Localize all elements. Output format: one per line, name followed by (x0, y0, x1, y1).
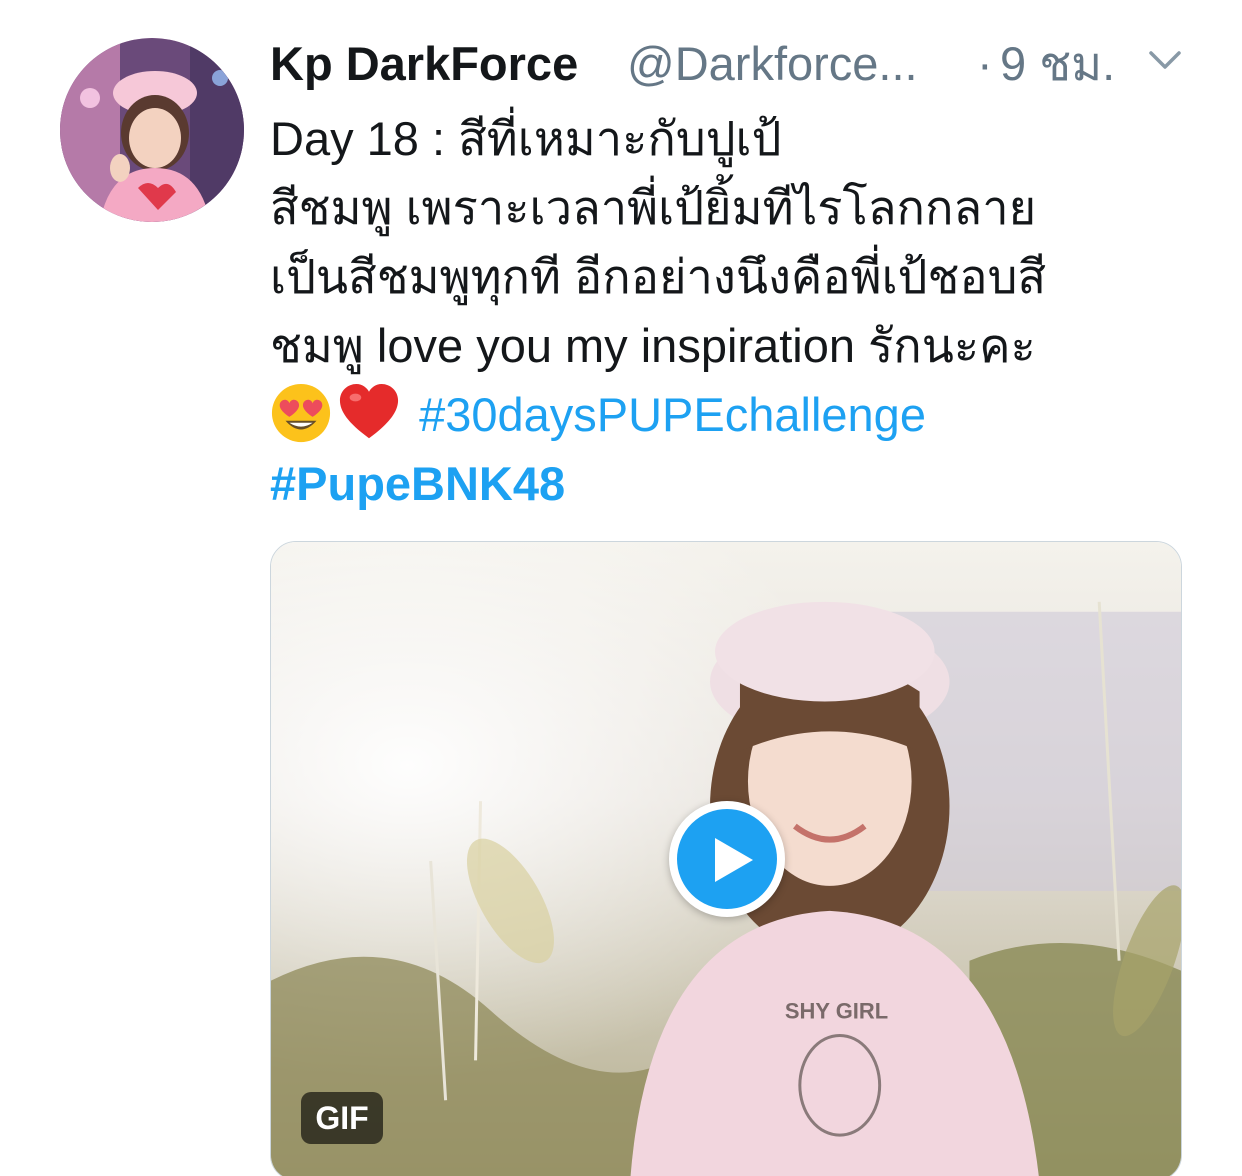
tweet-text-line: สีชมพู เพราะเวลาพี่เป้ยิ้มทีไรโลกกลาย (270, 181, 1037, 234)
separator-dot: · (977, 37, 993, 90)
user-handle[interactable]: @Darkforce... (627, 36, 918, 92)
shirt-print-text: SHY GIRL (785, 999, 888, 1024)
avatar-image (60, 38, 244, 222)
gif-media[interactable]: SHY GIRL GIF (270, 541, 1182, 1176)
tweet-card[interactable]: Kp DarkForce @Darkforce... · 9 ชม. Day 1… (0, 0, 1242, 1176)
tweet-text-line: Day 18 : สีที่เหมาะกับปูเป้ (270, 112, 782, 165)
chevron-down-icon[interactable] (1148, 48, 1182, 72)
tweet-hashtag-line: #PupeBNK48 (270, 449, 1170, 518)
tweet-timestamp[interactable]: 9 ชม. (1000, 36, 1115, 92)
gif-badge: GIF (301, 1092, 383, 1144)
play-icon (715, 838, 753, 882)
hashtag-link[interactable]: #PupeBNK48 (270, 457, 565, 510)
red-heart-emoji-icon (338, 382, 400, 444)
tweet-text-line: เป็นสีชมพูทุกที อีกอย่างนึงคือพี่เป้ชอบส… (270, 250, 1047, 303)
tweet-emoji-hashtag-line: #30daysPUPEchallenge (270, 380, 1170, 449)
profile-avatar[interactable] (60, 38, 244, 222)
play-button[interactable] (669, 801, 785, 917)
tweet-text-line: ชมพู love you my inspiration รักนะคะ (270, 319, 1036, 372)
hashtag-link[interactable]: #30daysPUPEchallenge (419, 388, 926, 441)
tweet-text: Day 18 : สีที่เหมาะกับปูเป้ สีชมพู เพราะ… (270, 104, 1170, 518)
display-name[interactable]: Kp DarkForce (270, 36, 578, 92)
heart-eyes-emoji-icon (270, 382, 332, 444)
tweet-header: Kp DarkForce @Darkforce... · 9 ชม. (270, 34, 1192, 94)
